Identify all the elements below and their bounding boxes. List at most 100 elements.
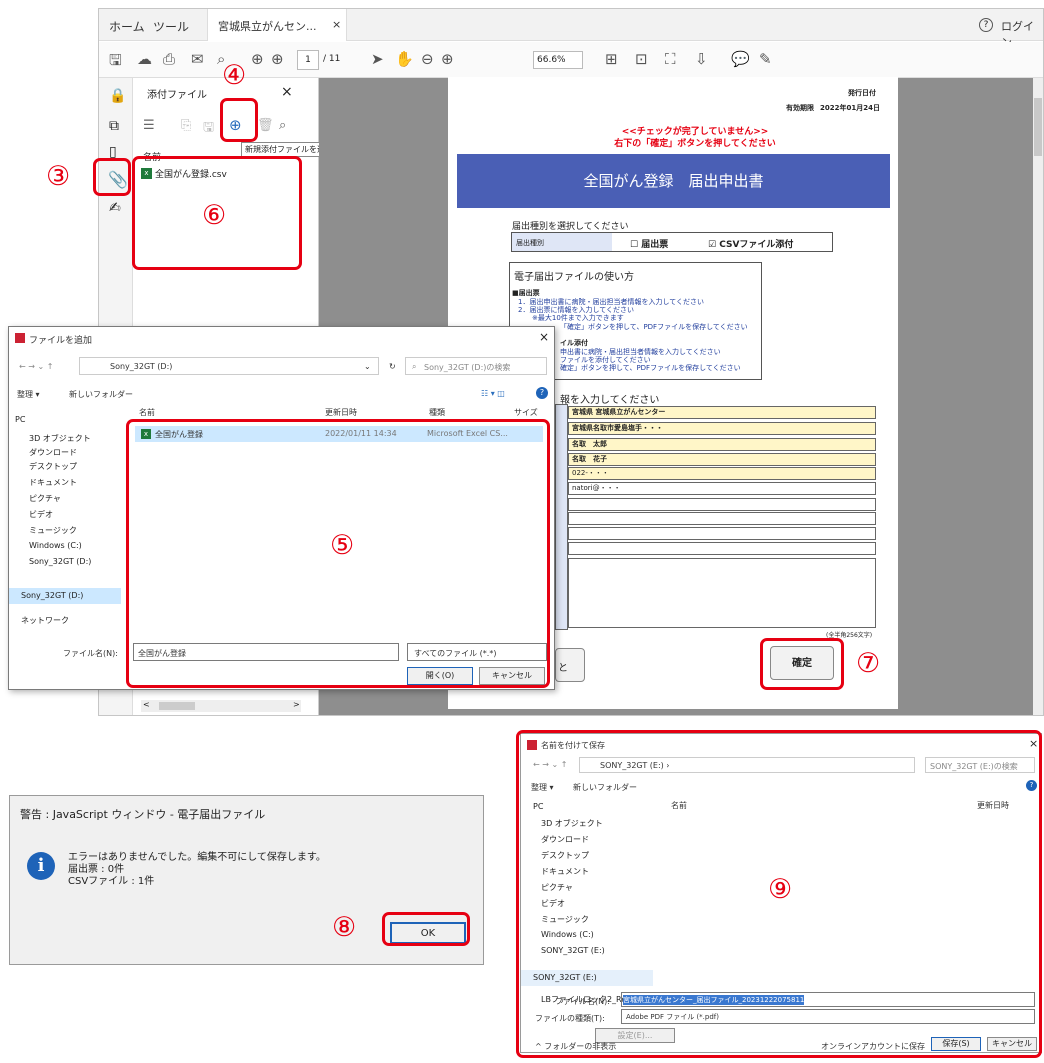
fullscreen-icon[interactable]: ⛶ [665, 50, 676, 68]
tab-document-label: 宮城県立がんセン... [218, 20, 317, 33]
other-button-label: と [558, 663, 568, 674]
file-dialog-title: ファイルを追加 [29, 336, 93, 346]
marker-8: ⑧ [332, 912, 357, 943]
kind-label-cell: 届出種別 [512, 233, 612, 251]
file-path-dropdown-icon[interactable]: ⌄ [364, 362, 371, 371]
refresh-icon[interactable]: ↻ [389, 362, 396, 371]
marker-7: ⑦ [856, 648, 881, 679]
col-type-header[interactable]: 種類 [429, 407, 445, 418]
delete-icon: 🗑 [257, 118, 274, 133]
scroll-left-icon[interactable]: < [143, 700, 150, 709]
kind-csv-checkbox[interactable]: ☑ CSVファイル添付 [708, 237, 793, 250]
alert-title: 警告 : JavaScript ウィンドウ - 電子届出ファイル [20, 808, 266, 821]
scroll-right-icon[interactable]: > [293, 700, 300, 709]
zoom-in-icon[interactable]: ⊕ [441, 50, 454, 68]
back-icon[interactable]: ← → ⌄ ↑ [19, 362, 53, 371]
info-row-hospital[interactable]: 宮城県 宮城県立がんセンター [568, 406, 876, 419]
sign-icon[interactable]: ✍ [109, 200, 121, 216]
fit-page-icon[interactable]: ⊞ [605, 50, 618, 68]
info-row-7[interactable] [568, 498, 876, 511]
nav-desktop[interactable]: デスクトップ [29, 461, 77, 472]
fit-width-icon[interactable]: ⊡ [635, 50, 648, 68]
section-info: 報を入力してください [560, 395, 660, 406]
view-icon[interactable]: ☷ ▾ ◫ [481, 389, 505, 398]
save-icon[interactable]: 🖫 [109, 50, 122, 75]
col-size-header[interactable]: サイズ [514, 407, 538, 418]
kind-form-checkbox[interactable]: ☐ 届出票 [630, 237, 668, 250]
warning-line-2: 右下の「確定」ボタンを押してください [614, 139, 776, 149]
scroll-thumb[interactable] [159, 702, 195, 710]
howto-title: 電子届出ファイルの使い方 [514, 272, 634, 283]
kind-label: 届出種別 [516, 239, 544, 247]
tab-tools[interactable]: ツール [153, 18, 189, 35]
help-icon[interactable]: ? [979, 18, 993, 32]
info-row-address[interactable]: 宮城県名取市愛島塩手・・・ [568, 422, 876, 435]
info-row-name2[interactable]: 名取 花子 [568, 453, 876, 466]
lock-icon[interactable]: 🔒 [109, 88, 126, 104]
nav-3d[interactable]: 3D オブジェクト [29, 433, 91, 444]
marker-9: ⑨ [768, 874, 793, 905]
copy-icon[interactable]: ⧉ [109, 118, 119, 134]
organize-button[interactable]: 整理 ▾ [17, 389, 40, 400]
date-label: 有効期限 [786, 104, 814, 112]
info-row-phone[interactable]: 022-・・・ [568, 467, 876, 480]
howto-l7: 確定」ボタンを押して、PDFファイルを保存してください [560, 364, 741, 372]
marker-4: ④ [222, 60, 247, 91]
nav-music[interactable]: ミュージック [29, 525, 77, 536]
nav-pictures[interactable]: ピクチャ [29, 493, 61, 504]
col-name-header[interactable]: 名前 [139, 407, 155, 418]
comment-icon[interactable]: 💬 [731, 50, 750, 68]
col-date-header[interactable]: 更新日時 [325, 407, 357, 418]
nav-windows[interactable]: Windows (C:) [29, 541, 82, 550]
select-cursor-icon[interactable]: ➤ [371, 50, 384, 68]
print-icon[interactable]: ⎙ [163, 50, 175, 68]
tab-home[interactable]: ホーム [109, 18, 145, 35]
mail-icon[interactable]: ✉ [191, 50, 204, 68]
file-path-bar[interactable]: Sony_32GT (D:) ⌄ [79, 357, 379, 375]
pdf-app-icon [15, 333, 25, 343]
zoom-out-icon[interactable]: ⊖ [421, 50, 434, 68]
file-search-box[interactable]: ⌕ Sony_32GT (D:)の検索 [405, 357, 547, 375]
nav-sony[interactable]: Sony_32GT (D:) [29, 557, 91, 566]
zoom-select[interactable]: 66.6% [533, 51, 583, 69]
nav-sony-selected[interactable]: Sony_32GT (D:) [9, 588, 121, 604]
kind-box: 届出種別 ☐ 届出票 ☑ CSVファイル添付 [511, 232, 833, 252]
file-dialog-close-icon[interactable]: × [539, 330, 549, 344]
nav-documents[interactable]: ドキュメント [29, 477, 77, 488]
next-page-icon[interactable]: ⊕ [271, 50, 284, 68]
nav-videos[interactable]: ビデオ [29, 509, 53, 520]
attachments-title: 添付ファイル [147, 90, 207, 101]
new-folder-button[interactable]: 新しいフォルダー [69, 389, 133, 400]
info-row-9[interactable] [568, 527, 876, 540]
tab-bar: ホーム ツール 宮城県立がんセン... × ? ログイン [99, 9, 1043, 49]
panel-hscroll[interactable]: < > [141, 700, 301, 712]
howto-l4: 「確定」ボタンを押して、PDFファイルを保存してください [560, 323, 748, 331]
search-attach-icon[interactable]: ⌕ [279, 118, 286, 133]
prev-page-icon[interactable]: ⊕ [251, 50, 264, 68]
scroll-mode-icon[interactable]: ⇩ [695, 50, 708, 68]
help-icon[interactable]: ? [536, 387, 548, 399]
attachments-close-icon[interactable]: × [281, 84, 293, 100]
nav-network[interactable]: ネットワーク [21, 615, 69, 626]
other-button[interactable]: と [555, 648, 585, 682]
info-row-email[interactable]: natori@・・・ [568, 482, 876, 495]
info-textarea[interactable] [568, 558, 876, 628]
info-label-column [555, 404, 568, 630]
date-value: 2022年01月24日 [820, 104, 880, 112]
options-icon[interactable]: ☰ [143, 118, 155, 133]
tab-document[interactable]: 宮城県立がんセン... × [207, 9, 347, 41]
vertical-scrollbar[interactable] [1033, 78, 1043, 715]
info-row-10[interactable] [568, 542, 876, 555]
info-row-name1[interactable]: 名取 太郎 [568, 438, 876, 451]
page-number-input[interactable]: 1 [297, 50, 319, 70]
pen-icon[interactable]: ✎ [759, 50, 772, 68]
info-row-8[interactable] [568, 512, 876, 525]
nav-sony-selected-label: Sony_32GT (D:) [21, 591, 84, 600]
vertical-scroll-thumb[interactable] [1034, 98, 1042, 156]
nav-download[interactable]: ダウンロード [29, 447, 77, 458]
filename-label: ファイル名(N): [63, 649, 118, 658]
tab-close-icon[interactable]: × [332, 18, 341, 31]
nav-pc[interactable]: PC [15, 415, 25, 424]
hand-icon[interactable]: ✋ [395, 50, 414, 68]
cloud-icon[interactable]: ☁ [137, 50, 152, 68]
